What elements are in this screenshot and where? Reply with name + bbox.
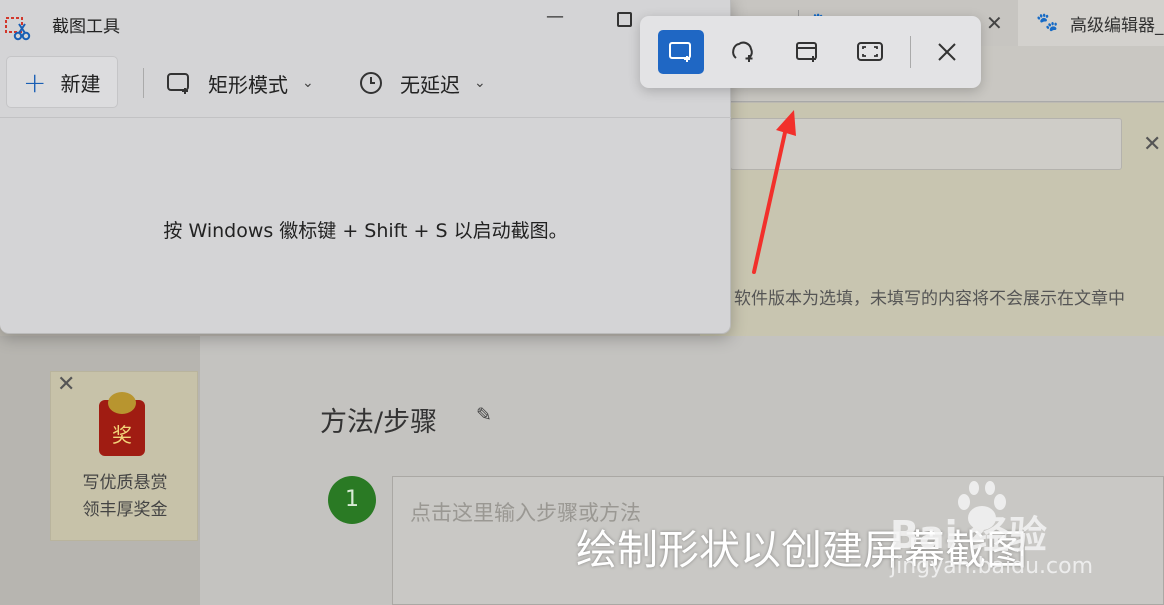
ad-close-icon[interactable]: ✕ [57, 372, 75, 397]
step-number-badge: 1 [328, 476, 376, 524]
delay-dropdown[interactable]: 无延迟 ⌄ [358, 68, 486, 98]
rectangle-mode-button[interactable] [658, 30, 704, 74]
notice-close-icon[interactable]: ✕ [1143, 132, 1161, 157]
plus-icon: + [23, 65, 47, 99]
baidu-paw-icon: 🐾 [1036, 12, 1059, 33]
snip-toolbar: + 新建 矩形模式 ⌄ 无延迟 ⌄ [0, 50, 731, 118]
minimize-button[interactable]: — [546, 6, 564, 27]
ad-line-2: 领丰厚奖金 [82, 500, 168, 520]
close-capture-button[interactable] [924, 30, 970, 74]
mode-dropdown-label: 矩形模式 [208, 72, 288, 97]
freeform-mode-button[interactable] [720, 30, 766, 74]
baidu-jingyan-watermark: Bai 经验 jingyan.baidu.com [890, 480, 1120, 590]
clock-icon [360, 72, 382, 94]
tab-title: 高级编辑器_ [1070, 15, 1164, 36]
fullscreen-snip-icon [857, 42, 883, 61]
method-steps-heading: 方法/步骤 [320, 407, 438, 438]
fullscreen-mode-button[interactable] [847, 30, 893, 74]
pencil-edit-icon[interactable]: ✎ [476, 404, 492, 426]
snipping-tool-app-icon [5, 17, 31, 41]
red-annotation-arrow [752, 110, 796, 274]
capture-mode-bar [640, 16, 981, 88]
new-button-label: 新建 [60, 71, 101, 96]
window-mode-button[interactable] [784, 30, 830, 74]
rectangle-snip-icon [167, 73, 189, 94]
window-titlebar[interactable]: 截图工具 — [0, 0, 731, 50]
red-envelope-icon: 奖 [99, 392, 145, 456]
rectangle-snip-icon [669, 42, 691, 62]
new-snip-button[interactable]: + 新建 [6, 56, 118, 108]
watermark-brand: Bai 经验 [890, 513, 1047, 557]
browser-tab-advanced-editor[interactable]: 🐾 高级编辑器_ [1018, 0, 1164, 46]
chevron-down-icon: ⌄ [302, 75, 314, 91]
chevron-down-icon: ⌄ [474, 75, 486, 91]
shortcut-hint-text: 按 Windows 徽标键 + Shift + S 以启动截图。 [163, 220, 568, 242]
ad-line-1: 写优质悬赏 [82, 473, 168, 493]
snipping-tool-window: 截图工具 — + 新建 矩形模式 ⌄ 无延迟 ⌄ 按 Windows 徽标键 +… [0, 0, 731, 334]
maximize-button[interactable] [617, 12, 632, 27]
window-snip-icon [796, 42, 817, 62]
close-icon [938, 43, 956, 61]
freeform-snip-icon [732, 41, 753, 62]
capture-bar-separator [910, 36, 911, 68]
tab-close-icon[interactable]: ✕ [986, 11, 1003, 35]
delay-dropdown-label: 无延迟 [400, 72, 460, 97]
reward-ad-card[interactable]: ✕ 奖 写优质悬赏 领丰厚奖金 [50, 371, 198, 541]
window-title: 截图工具 [52, 17, 120, 37]
snip-mode-dropdown[interactable]: 矩形模式 ⌄ [166, 68, 314, 98]
notice-text: 软件版本为选填，未填写的内容将不会展示在文章中 [734, 289, 1125, 309]
ad-badge-text: 奖 [112, 423, 132, 447]
toolbar-separator [143, 68, 144, 98]
watermark-url: jingyan.baidu.com [890, 554, 1094, 579]
